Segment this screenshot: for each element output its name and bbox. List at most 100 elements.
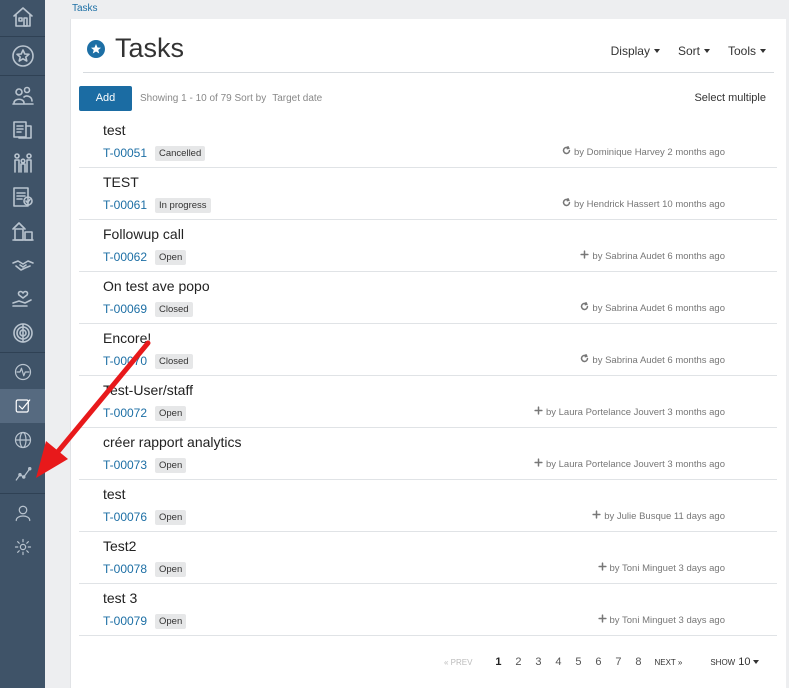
page-8[interactable]: 8 <box>628 656 648 668</box>
sidebar-item-analytics[interactable] <box>0 457 45 491</box>
sidebar-item-contacts[interactable] <box>0 78 45 112</box>
task-title[interactable]: TEST <box>103 174 139 190</box>
task-meta-text: by Laura Portelance Jouvert 3 months ago <box>545 406 725 418</box>
task-title[interactable]: On test ave popo <box>103 278 210 294</box>
task-title[interactable]: Test2 <box>103 538 136 554</box>
gear-icon <box>14 538 31 556</box>
status-badge: Open <box>155 406 187 421</box>
refresh-icon <box>580 354 589 366</box>
sidebar-item-profile[interactable] <box>0 496 45 530</box>
task-title[interactable]: test <box>103 486 126 502</box>
task-row[interactable]: Test-User/staff T-00072 Open by Laura Porte… <box>79 376 777 428</box>
task-meta: by Julie Busque 11 days ago <box>592 510 725 522</box>
sidebar-item-donations[interactable] <box>0 282 45 316</box>
sort-menu[interactable]: Sort <box>678 44 710 58</box>
status-badge: In progress <box>155 198 211 213</box>
caret-down-icon <box>653 49 660 53</box>
task-row[interactable]: créer rapport analytics T-00073 Open by Lau… <box>79 428 777 480</box>
prev-page-button[interactable]: « PREV <box>444 658 472 667</box>
task-id-link[interactable]: T-00069 <box>103 302 147 316</box>
page-5[interactable]: 5 <box>568 656 588 668</box>
task-row[interactable]: test 3 T-00079 Open by Toni Minguet 3 days … <box>79 584 777 636</box>
task-title[interactable]: Test-User/staff <box>103 382 193 398</box>
hand-heart-icon <box>11 290 32 307</box>
task-id-link[interactable]: T-00079 <box>103 614 147 628</box>
plus-icon <box>534 406 543 418</box>
task-meta-text: by Dominique Harvey 2 months ago <box>573 146 725 158</box>
refresh-icon <box>562 198 571 210</box>
task-title[interactable]: test 3 <box>103 590 137 606</box>
task-meta-text: by Julie Busque 11 days ago <box>604 510 725 522</box>
task-list: test T-00051 Cancelled by Dominique Harvey … <box>79 116 777 636</box>
page-3[interactable]: 3 <box>528 656 548 668</box>
task-row[interactable]: Encore! T-00070 Closed by Sabrina Audet 6 m… <box>79 324 777 376</box>
task-row[interactable]: test T-00076 Open by Julie Busque 11 days a… <box>79 480 777 532</box>
caret-down-icon <box>760 49 766 53</box>
task-title[interactable]: test <box>103 122 126 138</box>
caret-down-icon <box>703 49 710 53</box>
refresh-icon <box>562 146 571 158</box>
sidebar-item-organizations[interactable] <box>0 214 45 248</box>
sort-value[interactable]: Target date <box>272 93 322 104</box>
task-meta-text: by Sabrina Audet 6 months ago <box>592 354 725 366</box>
task-id-link[interactable]: T-00072 <box>103 406 147 420</box>
next-page-button[interactable]: NEXT » <box>654 658 682 667</box>
task-title[interactable]: créer rapport analytics <box>103 434 242 450</box>
task-meta: by Hendrick Hassert 10 months ago <box>562 198 725 210</box>
task-meta: by Toni Minguet 3 days ago <box>597 562 725 574</box>
page-7[interactable]: 7 <box>608 656 628 668</box>
page-1[interactable]: 1 <box>488 656 508 668</box>
task-row[interactable]: TEST T-00061 In progress by Hendrick Hasser… <box>79 168 777 220</box>
status-badge: Closed <box>155 354 193 369</box>
task-id-link[interactable]: T-00076 <box>103 510 147 524</box>
tools-menu[interactable]: Tools <box>728 44 766 58</box>
task-title[interactable]: Encore! <box>103 330 151 346</box>
sort-by-label: Sort by <box>234 92 267 104</box>
page-2[interactable]: 2 <box>508 656 528 668</box>
task-meta: by Laura Portelance Jouvert 3 months ago <box>534 406 725 418</box>
plus-icon <box>597 614 607 626</box>
user-icon <box>15 505 30 522</box>
sidebar-item-favorites[interactable] <box>0 39 45 73</box>
page-4[interactable]: 4 <box>548 656 568 668</box>
sidebar-item-identity[interactable] <box>0 316 45 350</box>
sidebar-item-families[interactable] <box>0 146 45 180</box>
sidebar-item-settings[interactable] <box>0 530 45 564</box>
task-row[interactable]: On test ave popo T-00069 Closed by Sabrina … <box>79 272 777 324</box>
task-id-link[interactable]: T-00078 <box>103 562 147 576</box>
sidebar-item-forms[interactable] <box>0 180 45 214</box>
breadcrumb[interactable]: Tasks <box>72 3 98 14</box>
task-id-link[interactable]: T-00061 <box>103 198 147 212</box>
tasks-panel: Tasks Display Sort Tools Add Showing 1 -… <box>70 19 786 688</box>
star-icon <box>11 45 34 67</box>
task-meta: by Dominique Harvey 2 months ago <box>562 146 725 158</box>
plus-icon <box>580 250 590 262</box>
buildings-icon <box>11 222 34 241</box>
results-count: Showing 1 - 10 of 79 <box>140 92 232 104</box>
globe-icon <box>14 431 31 449</box>
task-id-link[interactable]: T-00073 <box>103 458 147 472</box>
sidebar-item-home[interactable] <box>0 0 45 34</box>
sidebar-item-documents[interactable] <box>0 112 45 146</box>
task-id-link[interactable]: T-00070 <box>103 354 147 368</box>
task-id-link[interactable]: T-00062 <box>103 250 147 264</box>
display-menu[interactable]: Display <box>611 44 660 58</box>
task-title[interactable]: Followup call <box>103 226 184 242</box>
sidebar-item-activity[interactable] <box>0 355 45 389</box>
page-size-select[interactable]: SHOW 10 <box>710 656 760 668</box>
divider <box>83 72 774 73</box>
add-button[interactable]: Add <box>79 85 132 111</box>
task-row[interactable]: test T-00051 Cancelled by Dominique Harvey … <box>79 116 777 168</box>
task-row[interactable]: Followup call T-00062 Open by Sabrina Audet… <box>79 220 777 272</box>
list-toolbar: Add Showing 1 - 10 of 79 Sort by Target … <box>79 85 766 111</box>
sidebar-item-web[interactable] <box>0 423 45 457</box>
sidebar-item-tasks[interactable] <box>0 389 45 423</box>
favorite-star-icon[interactable] <box>87 39 105 58</box>
select-multiple-button[interactable]: Select multiple <box>694 92 766 104</box>
task-meta: by Laura Portelance Jouvert 3 months ago <box>534 458 725 470</box>
task-row[interactable]: Test2 T-00078 Open by Toni Minguet 3 days a… <box>79 532 777 584</box>
page-6[interactable]: 6 <box>588 656 608 668</box>
status-badge: Open <box>155 458 187 473</box>
task-id-link[interactable]: T-00051 <box>103 146 147 160</box>
sidebar-item-partnerships[interactable] <box>0 248 45 282</box>
